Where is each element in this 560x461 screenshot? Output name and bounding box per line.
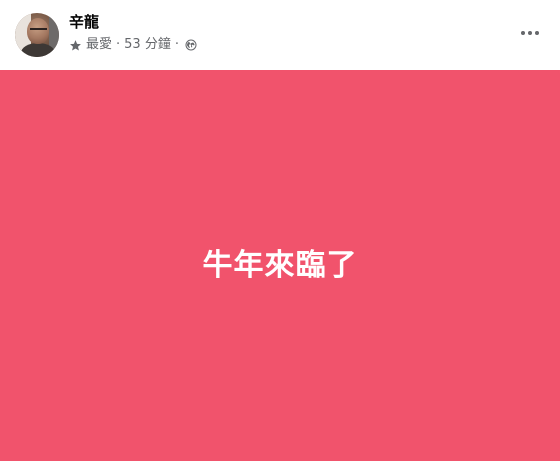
author-name[interactable]: 辛龍: [69, 13, 99, 31]
post-time[interactable]: 53 分鐘: [124, 37, 171, 53]
avatar-shoulders: [21, 43, 55, 57]
separator: ·: [116, 37, 121, 52]
post-content-background[interactable]: 牛年來臨了: [0, 70, 560, 461]
post-meta: 最愛 · 53 分鐘 ·: [69, 37, 197, 53]
post-text: 牛年來臨了: [202, 248, 358, 283]
globe-icon[interactable]: [185, 39, 197, 51]
audience-label: 最愛: [86, 37, 113, 52]
separator: ·: [174, 37, 179, 52]
avatar[interactable]: [15, 13, 59, 57]
star-icon: [69, 39, 82, 52]
avatar-glasses: [30, 28, 47, 34]
post-header: 辛龍 最愛 · 53 分鐘 ·: [0, 0, 560, 70]
more-options-icon: [521, 31, 525, 35]
more-options-icon: [535, 31, 539, 35]
more-options-icon: [528, 31, 532, 35]
facebook-post: 辛龍 最愛 · 53 分鐘 · 牛年來臨了: [0, 0, 560, 461]
more-options-button[interactable]: [516, 22, 544, 44]
